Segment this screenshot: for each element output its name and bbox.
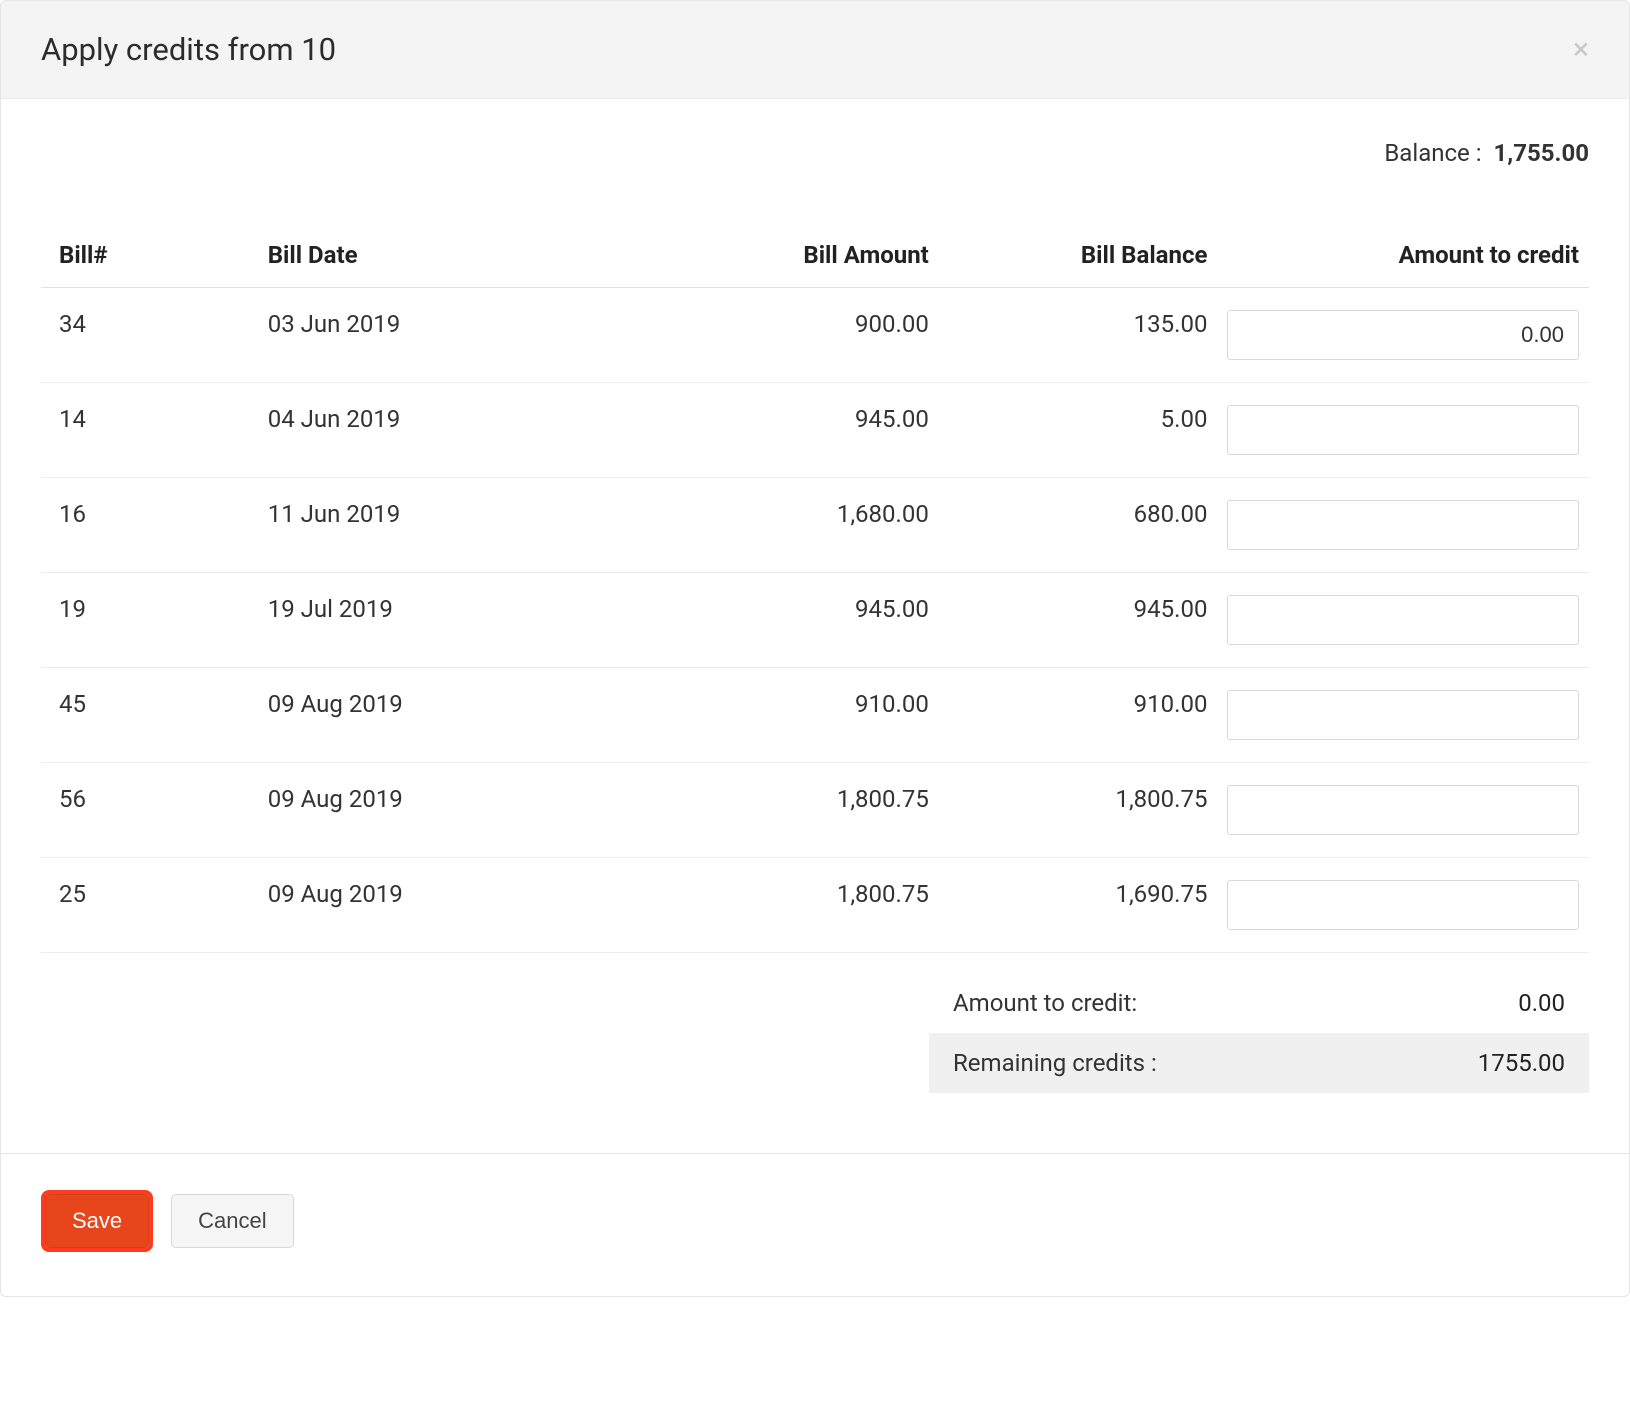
cell-bill-date: 09 Aug 2019: [258, 763, 599, 858]
close-icon[interactable]: ×: [1573, 35, 1589, 65]
cell-bill-balance: 1,690.75: [939, 858, 1218, 953]
bills-table: Bill# Bill Date Bill Amount Bill Balance…: [41, 227, 1589, 953]
cell-bill-date: 11 Jun 2019: [258, 478, 599, 573]
cell-bill-amount: 945.00: [598, 573, 939, 668]
cell-bill-amount: 1,680.00: [598, 478, 939, 573]
table-row: 2509 Aug 20191,800.751,690.75: [41, 858, 1589, 953]
amount-to-credit-input[interactable]: [1227, 595, 1579, 645]
col-header-bill-balance: Bill Balance: [939, 227, 1218, 288]
cell-bill-no: 16: [41, 478, 258, 573]
summary-panel: Amount to credit: 0.00 Remaining credits…: [929, 973, 1589, 1093]
cell-bill-no: 25: [41, 858, 258, 953]
amount-to-credit-input[interactable]: [1227, 690, 1579, 740]
balance-readout: Balance : 1,755.00: [41, 139, 1589, 167]
cell-bill-balance: 5.00: [939, 383, 1218, 478]
cell-bill-amount: 900.00: [598, 288, 939, 383]
cell-bill-balance: 135.00: [939, 288, 1218, 383]
cell-bill-no: 45: [41, 668, 258, 763]
cancel-button[interactable]: Cancel: [171, 1194, 293, 1248]
cell-bill-date: 09 Aug 2019: [258, 668, 599, 763]
cell-bill-date: 03 Jun 2019: [258, 288, 599, 383]
cell-bill-balance: 910.00: [939, 668, 1218, 763]
table-row: 1611 Jun 20191,680.00680.00: [41, 478, 1589, 573]
table-row: 1404 Jun 2019945.005.00: [41, 383, 1589, 478]
cell-amount-to-credit: [1217, 763, 1589, 858]
dialog-header: Apply credits from 10 ×: [1, 1, 1629, 99]
cell-bill-amount: 1,800.75: [598, 763, 939, 858]
amount-to-credit-input[interactable]: [1227, 500, 1579, 550]
dialog-title: Apply credits from 10: [41, 31, 336, 68]
cell-bill-no: 56: [41, 763, 258, 858]
cell-bill-date: 09 Aug 2019: [258, 858, 599, 953]
cell-bill-amount: 910.00: [598, 668, 939, 763]
apply-credits-dialog: Apply credits from 10 × Balance : 1,755.…: [0, 0, 1630, 1297]
save-button[interactable]: Save: [45, 1194, 149, 1248]
cell-bill-no: 14: [41, 383, 258, 478]
cell-amount-to-credit: [1217, 668, 1589, 763]
dialog-footer: Save Cancel: [1, 1153, 1629, 1296]
summary-amount-value: 0.00: [1518, 989, 1565, 1017]
balance-label: Balance :: [1384, 139, 1481, 167]
col-header-bill-no: Bill#: [41, 227, 258, 288]
col-header-bill-date: Bill Date: [258, 227, 599, 288]
cell-bill-date: 19 Jul 2019: [258, 573, 599, 668]
cell-amount-to-credit: [1217, 288, 1589, 383]
balance-value: 1,755.00: [1494, 139, 1589, 167]
cell-bill-amount: 1,800.75: [598, 858, 939, 953]
cell-bill-amount: 945.00: [598, 383, 939, 478]
cell-bill-balance: 680.00: [939, 478, 1218, 573]
table-header-row: Bill# Bill Date Bill Amount Bill Balance…: [41, 227, 1589, 288]
amount-to-credit-input[interactable]: [1227, 785, 1579, 835]
table-row: 4509 Aug 2019910.00910.00: [41, 668, 1589, 763]
cell-amount-to-credit: [1217, 858, 1589, 953]
amount-to-credit-input[interactable]: [1227, 310, 1579, 360]
table-row: 5609 Aug 20191,800.751,800.75: [41, 763, 1589, 858]
col-header-amount-to-credit: Amount to credit: [1217, 227, 1589, 288]
summary-remaining-label: Remaining credits :: [953, 1049, 1157, 1077]
col-header-bill-amount: Bill Amount: [598, 227, 939, 288]
table-row: 3403 Jun 2019900.00135.00: [41, 288, 1589, 383]
cell-bill-date: 04 Jun 2019: [258, 383, 599, 478]
amount-to-credit-input[interactable]: [1227, 405, 1579, 455]
cell-amount-to-credit: [1217, 573, 1589, 668]
amount-to-credit-input[interactable]: [1227, 880, 1579, 930]
summary-remaining-row: Remaining credits : 1755.00: [929, 1033, 1589, 1093]
cell-bill-no: 19: [41, 573, 258, 668]
summary-amount-label: Amount to credit:: [953, 989, 1137, 1017]
cell-bill-balance: 1,800.75: [939, 763, 1218, 858]
cell-bill-balance: 945.00: [939, 573, 1218, 668]
cell-amount-to-credit: [1217, 478, 1589, 573]
cell-bill-no: 34: [41, 288, 258, 383]
save-button-highlight: Save: [41, 1190, 153, 1252]
summary-amount-row: Amount to credit: 0.00: [929, 973, 1589, 1033]
cell-amount-to-credit: [1217, 383, 1589, 478]
summary-remaining-value: 1755.00: [1478, 1049, 1565, 1077]
table-row: 1919 Jul 2019945.00945.00: [41, 573, 1589, 668]
dialog-body: Balance : 1,755.00 Bill# Bill Date Bill …: [1, 99, 1629, 1093]
